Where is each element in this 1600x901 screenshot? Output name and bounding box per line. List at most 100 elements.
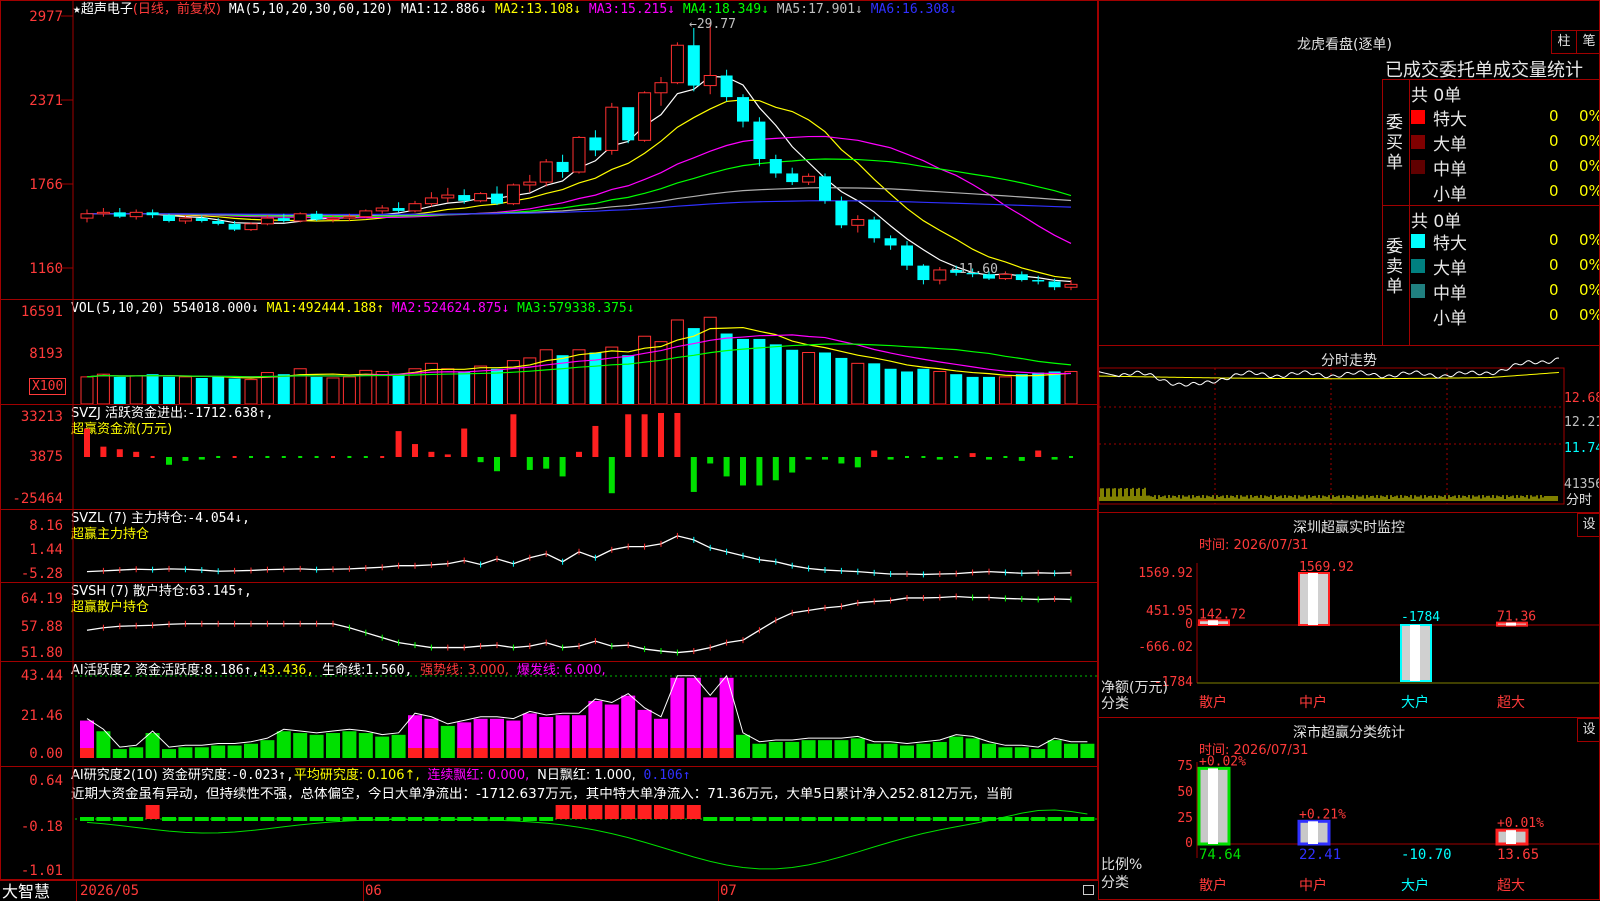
lock-icon[interactable] <box>1083 885 1094 895</box>
research-bar <box>604 805 619 819</box>
candle-body <box>195 218 208 221</box>
order-row: 中单 0 0% <box>1411 155 1599 180</box>
flow-bar <box>936 457 943 460</box>
intraday-label: 41356 <box>1564 477 1600 492</box>
flow-bar <box>805 457 812 460</box>
flow-bar <box>395 431 402 457</box>
candle-body <box>737 97 749 122</box>
svzj-panel[interactable]: SVZJ 活跃资金进出:-1712.638↑, 超赢资金流(万元) 33213 … <box>0 404 1098 510</box>
sz-bar-shine <box>1410 625 1420 681</box>
research-bar <box>785 817 800 821</box>
sz-class-panel[interactable]: 深市超赢分类统计 设 时间: 2026/07/31 75 50 25 0 比例%… <box>1098 717 1600 900</box>
research-bar <box>194 817 209 821</box>
activity-bar <box>112 749 127 758</box>
activity-bar <box>129 747 144 758</box>
svsh-panel[interactable]: SVSH (7) 散户持仓:63.145↑, 超赢散户持仓 64.19 57.8… <box>0 582 1098 662</box>
volume-bar <box>228 378 241 404</box>
color-swatch <box>1411 259 1425 273</box>
sz-monitor-panel[interactable]: 深圳超赢实时监控 设 时间: 2026/07/31 1569.92 451.95… <box>1098 512 1600 718</box>
volume-bar <box>622 355 635 404</box>
price-line <box>1099 357 1560 387</box>
svsh-chart[interactable] <box>1 583 1098 662</box>
candle-body <box>310 213 323 220</box>
flow-bar <box>954 456 959 458</box>
sz-category: 散户 <box>1199 694 1227 711</box>
svzj-chart[interactable] <box>1 405 1098 510</box>
sz-class-chart[interactable]: +0.02% 74.64 散户 +0.21% 22.41 中户 -10.70 大户 +0.01%… <box>1099 718 1600 900</box>
volume-bar <box>605 346 619 404</box>
volume-bar <box>819 352 831 404</box>
activity-line <box>86 674 1088 748</box>
flow-bar <box>905 456 909 458</box>
ai-research-chart[interactable] <box>1 767 1098 880</box>
flow-bar <box>871 450 878 457</box>
flow-bar <box>331 456 335 458</box>
candle-body <box>326 217 340 221</box>
flow-bar <box>232 456 237 458</box>
cls-bar-shine <box>1208 768 1218 844</box>
kline-chart[interactable] <box>1 1 1098 300</box>
volume-bar <box>113 376 126 404</box>
volume-bar <box>539 349 553 404</box>
sz-category: 大户 <box>1401 694 1429 711</box>
flow-bar <box>84 428 90 457</box>
activity-bar <box>375 736 390 758</box>
flow-bar <box>592 425 599 457</box>
research-bar <box>178 817 193 821</box>
research-bar <box>637 805 652 819</box>
volume-bar <box>720 333 733 404</box>
activity-bar <box>1064 743 1078 758</box>
svzl-chart[interactable] <box>1 510 1098 583</box>
order-name: 大单 <box>1433 259 1467 279</box>
activity-bar <box>752 743 767 758</box>
activity-bar <box>801 740 816 758</box>
research-bar <box>522 817 537 821</box>
candle-body <box>605 106 619 151</box>
flow-bar <box>576 451 582 457</box>
activity-bar <box>391 734 406 758</box>
activity-base <box>621 748 636 758</box>
ai-research-panel[interactable]: AI研究度2(10) 资金研究度:-0.023↑,平均研究度: 0.106↑, … <box>0 766 1098 880</box>
order-row: 特大 0 0% <box>1411 105 1599 130</box>
svzl-panel[interactable]: SVZL (7) 主力持仓:-4.054↓, 超赢主力持仓 8.16 1.44 … <box>0 509 1098 583</box>
flow-bar <box>116 449 123 457</box>
candle-body <box>178 217 192 222</box>
tick-mode-button[interactable]: 笔 <box>1576 30 1599 54</box>
buy-side-label: 委买单 <box>1386 113 1403 173</box>
cls-value-label: 74.64 <box>1199 847 1241 863</box>
volume-bar <box>884 368 897 404</box>
flow-bar <box>494 457 500 472</box>
ai-activity-panel[interactable]: AI活跃度2 资金活跃度:8.186↑,43.436, 生命线:1.560, 强… <box>0 661 1098 767</box>
activity-bar <box>358 733 373 758</box>
intraday-chart[interactable] <box>1099 346 1600 513</box>
flow-bar <box>608 457 615 494</box>
volume-panel[interactable]: VOL(5,10,20) 554018.000↓ MA1:492444.188↑… <box>0 299 1098 405</box>
candle-body <box>506 184 520 205</box>
ma-line <box>86 75 1072 283</box>
flow-bar <box>265 456 270 458</box>
research-bar <box>883 817 898 821</box>
flow-bar <box>166 457 172 465</box>
kline-panel[interactable]: ★超声电子(日线，前复权) MA(5,10,20,30,60,120) MA1:… <box>0 0 1098 300</box>
candle-body <box>753 121 766 160</box>
candle-body <box>933 269 947 281</box>
flow-bar <box>198 457 205 460</box>
intraday-panel[interactable]: 分时走势 12.68 12.21 11.74 41356 分时 <box>1098 345 1600 513</box>
bar-mode-button[interactable]: 柱 <box>1551 30 1577 54</box>
sz-bar-shine <box>1308 573 1318 625</box>
flow-bar <box>347 456 352 458</box>
sz-monitor-chart[interactable]: 142.72 散户 1569.92 中户 -1784 大户 71.36 超大 <box>1099 513 1600 718</box>
activity-bar <box>818 740 832 758</box>
candle-body <box>687 45 700 86</box>
volume-chart[interactable] <box>1 300 1098 405</box>
activity-bar <box>736 734 750 758</box>
volume-bar <box>244 379 258 404</box>
candle-body <box>670 44 684 84</box>
ai-activity-chart[interactable] <box>1 662 1098 767</box>
flow-bar <box>1003 456 1008 458</box>
flow-bar <box>559 457 566 477</box>
activity-bar <box>768 741 783 758</box>
intraday-label: 11.74 <box>1564 441 1600 456</box>
research-bar <box>867 817 882 821</box>
candle-body <box>868 219 881 239</box>
